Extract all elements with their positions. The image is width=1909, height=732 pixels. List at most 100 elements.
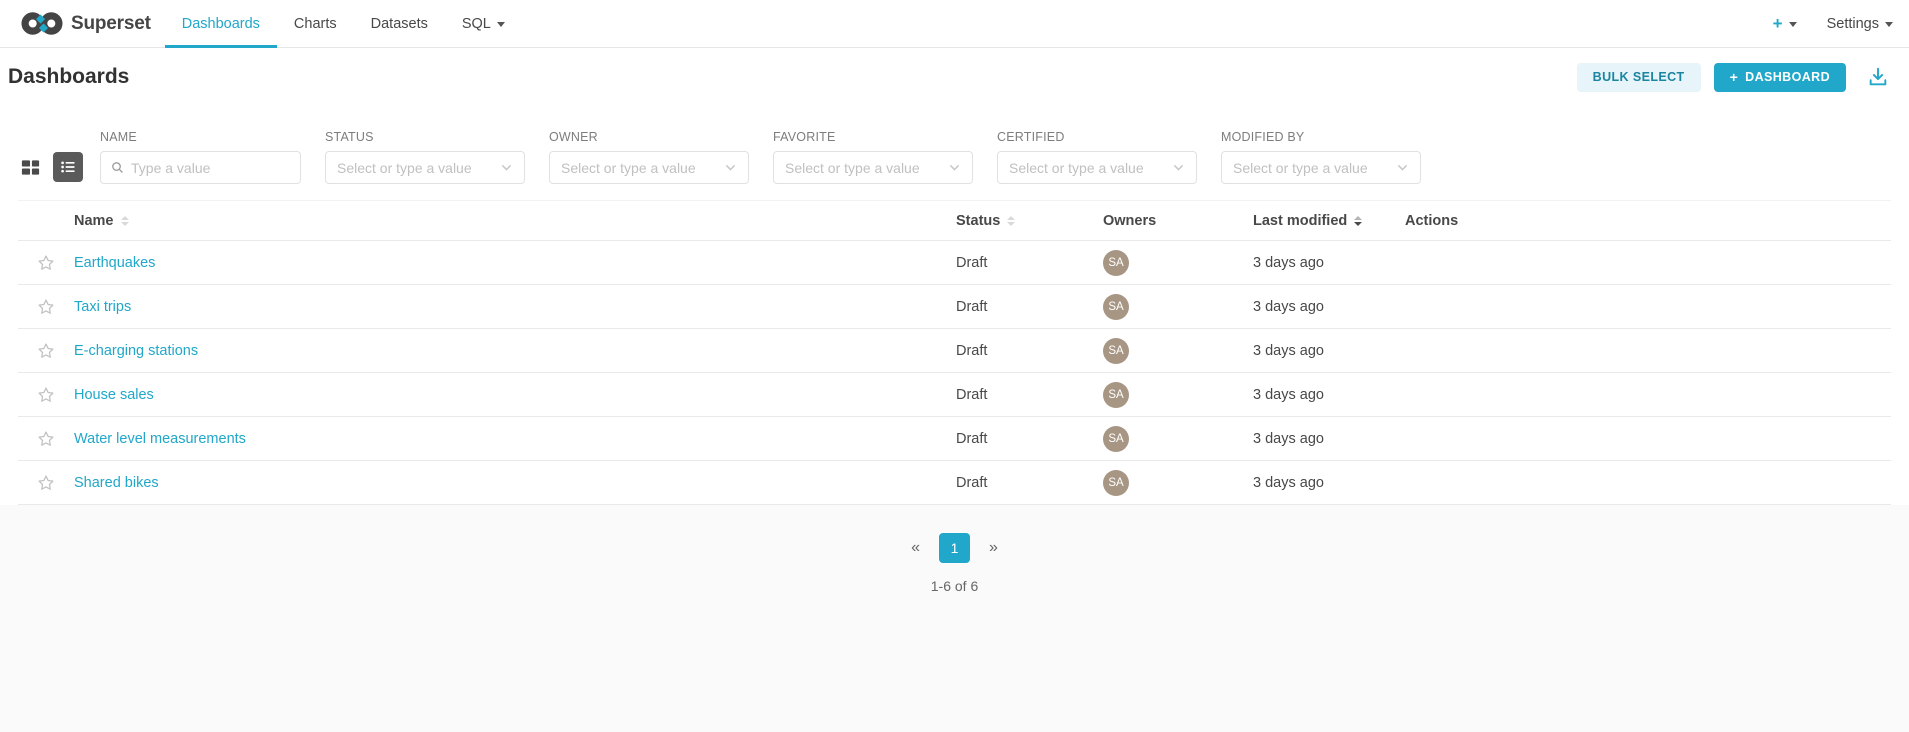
- filter-certified: CERTIFIED Select or type a value: [997, 130, 1197, 184]
- filter-owner: OWNER Select or type a value: [549, 130, 749, 184]
- header-actions: BULK SELECT + DASHBOARD: [1577, 63, 1889, 92]
- column-header-status[interactable]: Status: [956, 213, 1103, 229]
- dashboards-table: Name Status Owners Last modified Actions: [18, 200, 1891, 505]
- import-dashboards-button[interactable]: [1867, 66, 1889, 88]
- sort-desc-icon: [1354, 216, 1362, 226]
- filter-modified-by: MODIFIED BY Select or type a value: [1221, 130, 1421, 184]
- nav-right: + Settings: [1773, 0, 1909, 47]
- filter-bar: NAME STATUS Select or type a value: [0, 106, 1909, 200]
- filter-favorite: FAVORITE Select or type a value: [773, 130, 973, 184]
- owner-avatar: SA: [1103, 250, 1129, 276]
- owners-cell: SA: [1103, 382, 1253, 408]
- pagination: « 1 »: [0, 533, 1909, 563]
- prev-page-button[interactable]: «: [911, 539, 920, 557]
- view-mode-toggles: [15, 152, 83, 182]
- table-row: Earthquakes Draft SA 3 days ago: [18, 241, 1891, 285]
- bulk-select-button[interactable]: BULK SELECT: [1577, 63, 1701, 92]
- favorite-star-icon[interactable]: [28, 298, 64, 316]
- status-cell: Draft: [956, 299, 1103, 315]
- favorite-star-icon[interactable]: [28, 430, 64, 448]
- dashboard-link[interactable]: Shared bikes: [74, 475, 159, 491]
- column-header-last-modified[interactable]: Last modified: [1253, 213, 1405, 229]
- table-header-row: Name Status Owners Last modified Actions: [18, 201, 1891, 241]
- table-row: Shared bikes Draft SA 3 days ago: [18, 461, 1891, 505]
- grid-view-icon: [20, 157, 41, 178]
- column-header-name[interactable]: Name: [64, 213, 956, 229]
- new-dashboard-button[interactable]: + DASHBOARD: [1714, 63, 1846, 92]
- page-title: Dashboards: [8, 65, 129, 89]
- dashboard-link[interactable]: Earthquakes: [74, 255, 155, 271]
- chevron-down-icon: [1172, 161, 1185, 174]
- nav-item-datasets[interactable]: Datasets: [354, 0, 445, 47]
- column-header-owners: Owners: [1103, 213, 1253, 229]
- last-modified-cell: 3 days ago: [1253, 431, 1405, 447]
- modified-by-filter-select[interactable]: Select or type a value: [1221, 151, 1421, 184]
- next-page-button[interactable]: »: [989, 539, 998, 557]
- filter-list: NAME STATUS Select or type a value: [100, 130, 1421, 184]
- owner-avatar: SA: [1103, 470, 1129, 496]
- status-filter-select[interactable]: Select or type a value: [325, 151, 525, 184]
- filter-name: NAME: [100, 130, 301, 184]
- main-nav-items: Dashboards Charts Datasets SQL: [165, 0, 522, 47]
- owners-cell: SA: [1103, 470, 1253, 496]
- superset-infinity-icon: [20, 9, 64, 38]
- settings-menu[interactable]: Settings: [1827, 16, 1893, 32]
- status-cell: Draft: [956, 475, 1103, 491]
- last-modified-cell: 3 days ago: [1253, 343, 1405, 359]
- favorite-star-icon[interactable]: [28, 386, 64, 404]
- new-item-menu[interactable]: +: [1773, 14, 1797, 34]
- favorite-filter-select[interactable]: Select or type a value: [773, 151, 973, 184]
- superset-logo[interactable]: Superset: [0, 0, 159, 47]
- owner-avatar: SA: [1103, 338, 1129, 364]
- table-row: Taxi trips Draft SA 3 days ago: [18, 285, 1891, 329]
- chevron-down-icon: [1885, 22, 1893, 27]
- dashboards-list-view: NAME STATUS Select or type a value: [0, 106, 1909, 505]
- certified-filter-select[interactable]: Select or type a value: [997, 151, 1197, 184]
- chevron-down-icon: [1789, 22, 1797, 27]
- last-modified-cell: 3 days ago: [1253, 255, 1405, 271]
- status-cell: Draft: [956, 431, 1103, 447]
- dashboard-link[interactable]: Water level measurements: [74, 431, 246, 447]
- nav-item-dashboards[interactable]: Dashboards: [165, 0, 277, 47]
- nav-item-charts[interactable]: Charts: [277, 0, 354, 47]
- status-cell: Draft: [956, 255, 1103, 271]
- status-cell: Draft: [956, 343, 1103, 359]
- name-filter-input[interactable]: [131, 160, 290, 176]
- card-view-toggle[interactable]: [15, 152, 45, 182]
- owner-avatar: SA: [1103, 382, 1129, 408]
- filter-status: STATUS Select or type a value: [325, 130, 525, 184]
- chevron-down-icon: [1396, 161, 1409, 174]
- owner-filter-select[interactable]: Select or type a value: [549, 151, 749, 184]
- sort-icon: [121, 216, 129, 226]
- column-header-actions: Actions: [1405, 213, 1891, 229]
- chevron-down-icon: [948, 161, 961, 174]
- favorite-star-icon[interactable]: [28, 474, 64, 492]
- favorite-star-icon[interactable]: [28, 342, 64, 360]
- plus-icon: +: [1730, 69, 1739, 85]
- page-header: Dashboards BULK SELECT + DASHBOARD: [0, 48, 1909, 106]
- chevron-down-icon: [724, 161, 737, 174]
- dashboard-link[interactable]: E-charging stations: [74, 343, 198, 359]
- top-nav: Superset Dashboards Charts Datasets SQL …: [0, 0, 1909, 48]
- table-row: House sales Draft SA 3 days ago: [18, 373, 1891, 417]
- last-modified-cell: 3 days ago: [1253, 387, 1405, 403]
- dashboard-link[interactable]: Taxi trips: [74, 299, 131, 315]
- chevron-down-icon: [497, 22, 505, 27]
- nav-item-sql[interactable]: SQL: [445, 0, 522, 47]
- list-view-toggle[interactable]: [53, 152, 83, 182]
- owners-cell: SA: [1103, 338, 1253, 364]
- chevron-down-icon: [500, 161, 513, 174]
- favorite-star-icon[interactable]: [28, 254, 64, 272]
- owner-avatar: SA: [1103, 426, 1129, 452]
- owner-avatar: SA: [1103, 294, 1129, 320]
- import-download-icon: [1867, 66, 1889, 88]
- dashboard-link[interactable]: House sales: [74, 387, 154, 403]
- brand-name: Superset: [71, 13, 151, 35]
- plus-icon: +: [1773, 14, 1783, 34]
- status-cell: Draft: [956, 387, 1103, 403]
- sort-icon: [1007, 216, 1015, 226]
- list-view-icon: [58, 157, 78, 177]
- table-row: Water level measurements Draft SA 3 days…: [18, 417, 1891, 461]
- owners-cell: SA: [1103, 426, 1253, 452]
- page-1-button[interactable]: 1: [939, 533, 970, 563]
